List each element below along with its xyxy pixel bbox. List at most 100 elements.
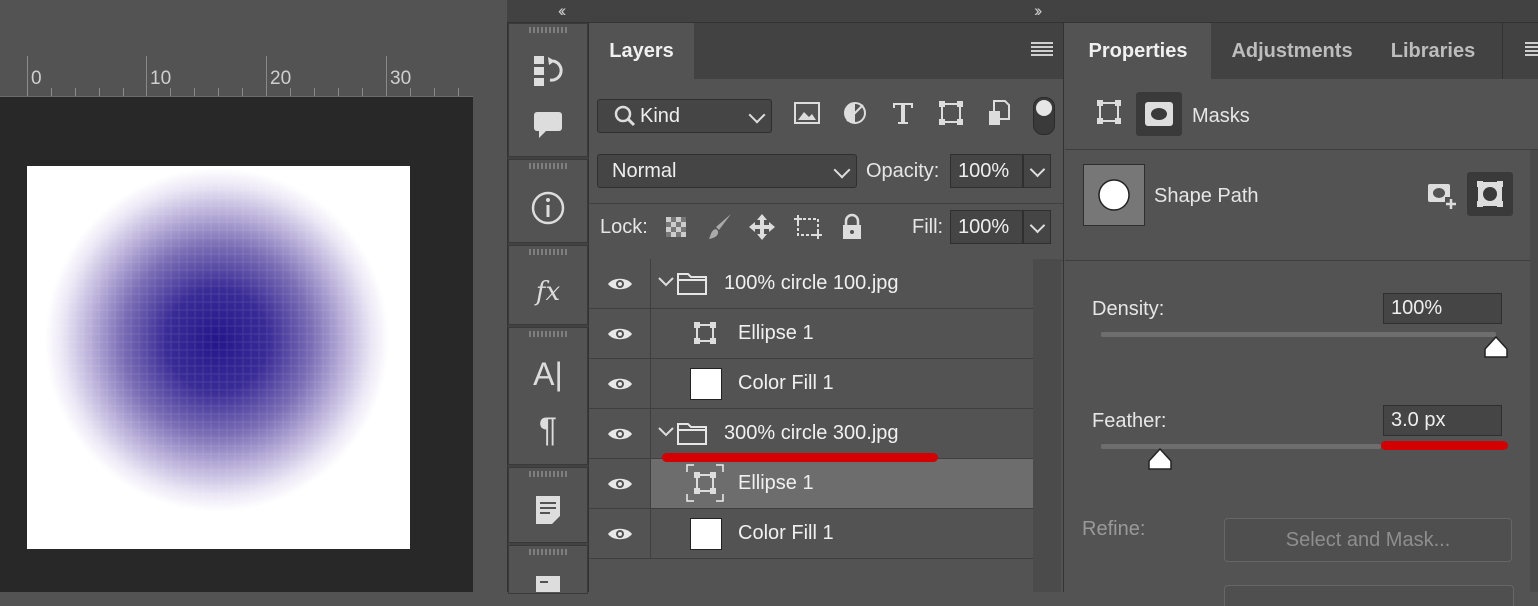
- canvas-vertical-scrollbar[interactable]: [473, 56, 507, 592]
- kind-filter-dropdown[interactable]: Kind: [597, 99, 772, 133]
- table-icon[interactable]: [528, 562, 568, 602]
- adjustment-filter-icon[interactable]: [841, 99, 869, 127]
- blend-mode-value: Normal: [612, 159, 677, 182]
- fill-dropdown-button[interactable]: [1023, 210, 1051, 244]
- tab-properties[interactable]: Properties: [1065, 23, 1211, 79]
- opacity-dropdown-button[interactable]: [1023, 154, 1051, 188]
- shape-path-label: Shape Path: [1154, 185, 1259, 207]
- opacity-label: Opacity:: [866, 160, 940, 182]
- ruler-label-30: 30: [390, 68, 412, 89]
- layers-tabbar: Layers: [589, 23, 1063, 79]
- lock-all-icon[interactable]: [841, 213, 863, 241]
- tool-group-1: [508, 23, 588, 157]
- lock-label: Lock:: [600, 216, 648, 238]
- visibility-eye-icon[interactable]: [589, 409, 651, 458]
- color-fill-thumbnail: [690, 518, 722, 550]
- masks-label: Masks: [1192, 105, 1250, 127]
- collapse-left-button[interactable]: ‹‹: [558, 1, 567, 21]
- layer-row-ellipse[interactable]: Ellipse 1: [589, 309, 1033, 359]
- lock-position-icon[interactable]: [748, 213, 776, 241]
- shape-layer-icon-selected: [686, 464, 724, 502]
- lock-artboard-icon[interactable]: [793, 213, 823, 241]
- visibility-eye-icon[interactable]: [589, 309, 651, 358]
- ruler-label-20: 20: [270, 68, 292, 89]
- type-filter-icon[interactable]: [889, 99, 917, 127]
- tab-layers[interactable]: Layers: [589, 23, 694, 79]
- density-slider-thumb[interactable]: [1484, 336, 1508, 358]
- layer-row-color-fill[interactable]: Color Fill 1: [589, 509, 1033, 559]
- layer-row-group-300[interactable]: 300% circle 300.jpg: [589, 409, 1033, 459]
- properties-menu-icon[interactable]: [1525, 42, 1538, 58]
- lock-image-pixels-icon[interactable]: [707, 213, 733, 241]
- layer-name: Ellipse 1: [738, 322, 814, 344]
- feather-input[interactable]: 3.0 px: [1383, 405, 1502, 436]
- ruler-label-0: 0: [31, 68, 42, 89]
- feather-slider-track[interactable]: [1101, 444, 1381, 449]
- opacity-input[interactable]: 100%: [950, 154, 1023, 188]
- layer-list-scrollbar[interactable]: [1033, 259, 1061, 592]
- comment-icon[interactable]: [528, 104, 568, 144]
- properties-tabbar: Properties Adjustments Libraries: [1065, 23, 1538, 79]
- visibility-eye-icon[interactable]: [589, 509, 651, 558]
- shape-filter-icon[interactable]: [937, 99, 965, 127]
- apply-vector-mask-icon[interactable]: [1467, 172, 1513, 216]
- group-expand-chevron-icon[interactable]: [657, 426, 675, 438]
- tool-group-3: fx: [508, 245, 588, 325]
- visibility-eye-icon[interactable]: [589, 359, 651, 408]
- ruler-label-10: 10: [150, 68, 172, 89]
- next-disabled-button[interactable]: [1224, 585, 1514, 606]
- select-and-mask-button[interactable]: Select and Mask...: [1224, 518, 1512, 562]
- canvas-area[interactable]: 0 10 20 30: [0, 0, 507, 592]
- tab-adjustments[interactable]: Adjustments: [1211, 23, 1373, 79]
- vector-mask-button-icon[interactable]: [1096, 99, 1122, 125]
- kind-label: Kind: [640, 104, 681, 127]
- horizontal-ruler[interactable]: 0 10 20 30: [0, 56, 473, 97]
- filter-toggle-switch[interactable]: [1033, 97, 1055, 135]
- density-label: Density:: [1092, 298, 1165, 320]
- search-icon: [614, 105, 636, 127]
- character-icon[interactable]: A|: [528, 354, 568, 394]
- layer-row-group-100[interactable]: 100% circle 100.jpg: [589, 259, 1033, 309]
- add-mask-icon[interactable]: [1427, 183, 1459, 211]
- notes-icon[interactable]: [528, 490, 568, 530]
- smart-object-filter-icon[interactable]: [985, 99, 1013, 127]
- panel-icon-column: fx A| ¶: [507, 23, 589, 594]
- fx-icon[interactable]: fx: [528, 272, 568, 312]
- panel-dock-header: ‹‹ ››: [507, 0, 1538, 23]
- document-canvas[interactable]: [27, 166, 410, 549]
- layers-panel: Layers Kind Normal Opacity: 100% Lock: F…: [589, 23, 1064, 592]
- refine-label: Refine:: [1082, 518, 1146, 540]
- tool-group-2: [508, 159, 588, 243]
- visibility-eye-icon[interactable]: [589, 459, 651, 508]
- info-icon[interactable]: [528, 188, 568, 228]
- shape-layer-icon: [693, 321, 717, 345]
- drag-grip[interactable]: [529, 27, 567, 33]
- folder-icon: [677, 421, 707, 445]
- tool-group-4: A| ¶: [508, 327, 588, 465]
- properties-scrollbar[interactable]: [1530, 150, 1538, 592]
- density-slider-track[interactable]: [1101, 332, 1496, 337]
- fill-input[interactable]: 100%: [950, 210, 1023, 244]
- layer-name: 100% circle 100.jpg: [724, 272, 899, 294]
- shape-path-thumbnail[interactable]: [1083, 164, 1145, 226]
- feather-label: Feather:: [1092, 410, 1167, 432]
- group-expand-chevron-icon[interactable]: [657, 276, 675, 288]
- properties-panel: Properties Adjustments Libraries Masks S…: [1065, 23, 1538, 606]
- tab-libraries[interactable]: Libraries: [1373, 23, 1493, 79]
- layers-menu-icon[interactable]: [1031, 42, 1053, 58]
- layer-list[interactable]: 100% circle 100.jpg Ellipse 1 Color Fill…: [589, 259, 1033, 562]
- collapse-right-button[interactable]: ››: [1034, 1, 1043, 21]
- image-filter-icon[interactable]: [793, 99, 821, 127]
- history-icon[interactable]: [528, 50, 568, 90]
- blend-mode-dropdown[interactable]: Normal: [597, 154, 857, 188]
- annotation-underline-feather: [1381, 441, 1508, 450]
- pixel-mask-button-icon[interactable]: [1136, 92, 1182, 136]
- layer-row-ellipse-selected[interactable]: Ellipse 1: [589, 459, 1033, 509]
- layer-row-color-fill[interactable]: Color Fill 1: [589, 359, 1033, 409]
- visibility-eye-icon[interactable]: [589, 259, 651, 308]
- color-fill-thumbnail: [690, 368, 722, 400]
- density-input[interactable]: 100%: [1383, 293, 1502, 324]
- feather-slider-thumb[interactable]: [1148, 448, 1172, 470]
- paragraph-icon[interactable]: ¶: [528, 410, 568, 450]
- lock-transparent-pixels-icon[interactable]: [665, 216, 687, 238]
